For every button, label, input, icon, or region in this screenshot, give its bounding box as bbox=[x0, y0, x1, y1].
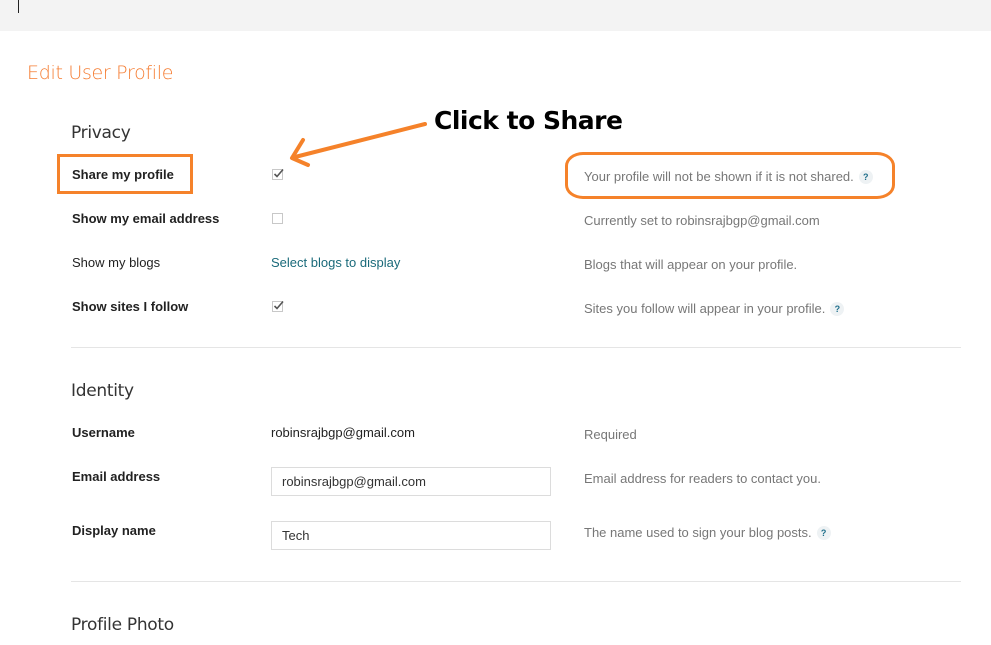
show-email-label: Show my email address bbox=[72, 211, 220, 226]
show-sites-help-text: Sites you follow will appear in your pro… bbox=[584, 301, 826, 316]
page-title: Edit User Profile bbox=[27, 62, 174, 84]
display-name-help: The name used to sign your blog posts.? bbox=[584, 525, 831, 540]
annotation-highlight-box bbox=[57, 154, 193, 194]
top-bar bbox=[0, 0, 991, 31]
display-name-help-text: The name used to sign your blog posts. bbox=[584, 525, 812, 540]
display-name-label: Display name bbox=[72, 523, 156, 538]
show-sites-checkbox[interactable] bbox=[272, 300, 284, 312]
privacy-section-title: Privacy bbox=[71, 123, 131, 143]
username-value: robinsrajbgp@gmail.com bbox=[271, 425, 415, 440]
show-blogs-help: Blogs that will appear on your profile. bbox=[584, 257, 798, 272]
email-help: Email address for readers to contact you… bbox=[584, 471, 822, 486]
email-label: Email address bbox=[72, 469, 161, 484]
annotation-highlight-ellipse bbox=[565, 152, 895, 199]
username-help: Required bbox=[584, 427, 637, 442]
profile-photo-section-title: Profile Photo bbox=[71, 615, 174, 635]
identity-section-title: Identity bbox=[71, 381, 134, 401]
annotation-arrow-icon bbox=[290, 122, 427, 167]
show-email-checkbox[interactable] bbox=[272, 213, 283, 224]
section-divider bbox=[71, 347, 961, 348]
show-sites-help: Sites you follow will appear in your pro… bbox=[584, 301, 845, 316]
username-label: Username bbox=[72, 425, 135, 440]
text-cursor bbox=[18, 0, 19, 13]
section-divider bbox=[71, 581, 961, 582]
display-name-input[interactable] bbox=[271, 521, 551, 550]
show-blogs-label: Show my blogs bbox=[72, 255, 161, 270]
show-email-help: Currently set to robinsrajbgp@gmail.com bbox=[584, 213, 820, 228]
email-input[interactable] bbox=[271, 467, 551, 496]
select-blogs-link[interactable]: Select blogs to display bbox=[271, 255, 400, 270]
help-icon[interactable]: ? bbox=[830, 302, 845, 316]
show-sites-label: Show sites I follow bbox=[72, 299, 189, 314]
help-icon[interactable]: ? bbox=[816, 526, 831, 540]
checkmark-icon bbox=[273, 300, 284, 310]
annotation-label: Click to Share bbox=[434, 106, 623, 135]
